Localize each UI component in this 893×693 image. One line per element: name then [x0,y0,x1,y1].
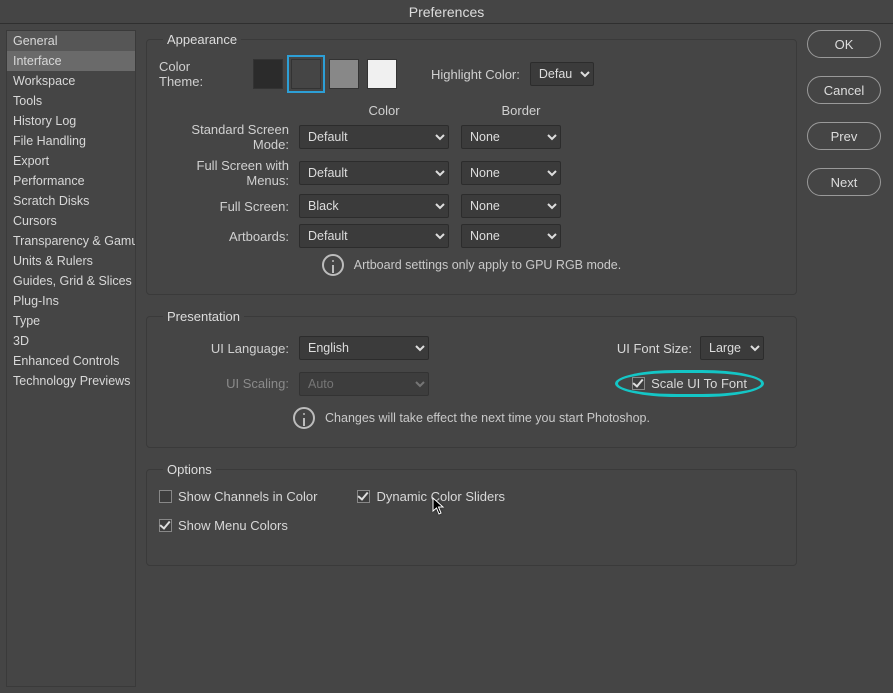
main-content: GeneralInterfaceWorkspaceToolsHistory Lo… [0,24,893,693]
sidebar-item-enhanced-controls[interactable]: Enhanced Controls [7,351,135,371]
screen-mode-row: Full Screen with Menus:Default None [159,158,784,188]
show-menu-colors-label: Show Menu Colors [178,518,288,533]
preferences-category-list: GeneralInterfaceWorkspaceToolsHistory Lo… [6,30,136,687]
screen-mode-color-select[interactable]: Default [299,161,449,185]
color-theme-swatches [253,59,397,89]
sidebar-item-3d[interactable]: 3D [7,331,135,351]
sidebar-item-general[interactable]: General [7,31,135,51]
dynamic-sliders-checkbox[interactable]: Dynamic Color Sliders [357,489,505,504]
checkbox-box-icon [357,490,370,503]
ui-scaling-select: Auto [299,372,429,396]
sidebar-item-file-handling[interactable]: File Handling [7,131,135,151]
restart-note-text: Changes will take effect the next time y… [325,411,650,425]
sidebar-item-tools[interactable]: Tools [7,91,135,111]
presentation-legend: Presentation [163,309,244,324]
column-headers: Color Border [309,103,784,118]
screen-mode-row: Full Screen:Black None [159,194,784,218]
screen-mode-label: Artboards: [159,229,299,244]
screen-mode-color-select[interactable]: Default [299,125,449,149]
checkbox-box-icon [632,377,645,390]
appearance-legend: Appearance [163,32,241,47]
presentation-panel: Presentation UI Language: English UI Fon… [146,309,797,448]
scale-ui-to-font-checkbox[interactable]: Scale UI To Font [632,376,747,391]
ok-button[interactable]: OK [807,30,881,58]
restart-note-row: Changes will take effect the next time y… [159,407,784,429]
screen-mode-border-select[interactable]: None [461,161,561,185]
screen-mode-color-select[interactable]: Black [299,194,449,218]
highlight-color-select[interactable]: Default [530,62,594,86]
color-theme-swatch[interactable] [329,59,359,89]
color-theme-swatch[interactable] [253,59,283,89]
sidebar-item-history-log[interactable]: History Log [7,111,135,131]
artboard-note-row: Artboard settings only apply to GPU RGB … [159,254,784,276]
checkbox-box-icon [159,519,172,532]
sidebar-item-guides-grid-slices[interactable]: Guides, Grid & Slices [7,271,135,291]
options-panel: Options Show Channels in Color Dynamic C… [146,462,797,566]
sidebar-item-type[interactable]: Type [7,311,135,331]
color-theme-swatch[interactable] [291,59,321,89]
sidebar-item-transparency-gamut[interactable]: Transparency & Gamut [7,231,135,251]
sidebar-item-plug-ins[interactable]: Plug-Ins [7,291,135,311]
info-icon [322,254,344,276]
cancel-button[interactable]: Cancel [807,76,881,104]
ui-font-size-label: UI Font Size: [617,341,692,356]
ui-language-select[interactable]: English [299,336,429,360]
screen-mode-border-select[interactable]: None [461,224,561,248]
sidebar-item-workspace[interactable]: Workspace [7,71,135,91]
sidebar-item-export[interactable]: Export [7,151,135,171]
options-row-1: Show Channels in Color Dynamic Color Sli… [159,489,784,504]
screen-mode-label: Full Screen with Menus: [159,158,299,188]
window-title: Preferences [0,0,893,24]
head-border: Border [471,103,571,118]
screen-mode-label: Standard Screen Mode: [159,122,299,152]
sidebar-item-units-rulers[interactable]: Units & Rulers [7,251,135,271]
screen-mode-row: Artboards:Default None [159,224,784,248]
screen-mode-label: Full Screen: [159,199,299,214]
color-theme-row: Color Theme: Highlight Color: Default [159,59,784,89]
show-channels-checkbox[interactable]: Show Channels in Color [159,489,317,504]
head-color: Color [309,103,459,118]
ui-scaling-row: UI Scaling: Auto Scale UI To Font [159,370,784,397]
content-area: Appearance Color Theme: Highlight Color:… [136,24,807,693]
sidebar-item-performance[interactable]: Performance [7,171,135,191]
next-button[interactable]: Next [807,168,881,196]
screen-mode-border-select[interactable]: None [461,194,561,218]
ui-font-size-select[interactable]: Large [700,336,764,360]
options-row-2: Show Menu Colors [159,518,784,533]
show-menu-colors-checkbox[interactable]: Show Menu Colors [159,518,288,533]
options-legend: Options [163,462,216,477]
scale-ui-to-font-label: Scale UI To Font [651,376,747,391]
screen-mode-color-select[interactable]: Default [299,224,449,248]
info-icon [293,407,315,429]
sidebar-item-cursors[interactable]: Cursors [7,211,135,231]
dialog-buttons: OK Cancel Prev Next [807,24,893,693]
artboard-note-text: Artboard settings only apply to GPU RGB … [354,258,622,272]
scale-ui-to-font-highlight: Scale UI To Font [615,370,764,397]
show-channels-label: Show Channels in Color [178,489,317,504]
appearance-panel: Appearance Color Theme: Highlight Color:… [146,32,797,295]
ui-scaling-label: UI Scaling: [159,376,299,391]
sidebar-item-scratch-disks[interactable]: Scratch Disks [7,191,135,211]
highlight-color-label: Highlight Color: [431,67,520,82]
color-theme-label: Color Theme: [159,59,239,89]
sidebar-item-technology-previews[interactable]: Technology Previews [7,371,135,391]
color-theme-swatch[interactable] [367,59,397,89]
screen-mode-row: Standard Screen Mode:Default None [159,122,784,152]
dynamic-sliders-label: Dynamic Color Sliders [376,489,505,504]
checkbox-box-icon [159,490,172,503]
prev-button[interactable]: Prev [807,122,881,150]
sidebar-item-interface[interactable]: Interface [7,51,135,71]
ui-language-row: UI Language: English UI Font Size: Large [159,336,784,360]
screen-mode-border-select[interactable]: None [461,125,561,149]
ui-language-label: UI Language: [159,341,299,356]
